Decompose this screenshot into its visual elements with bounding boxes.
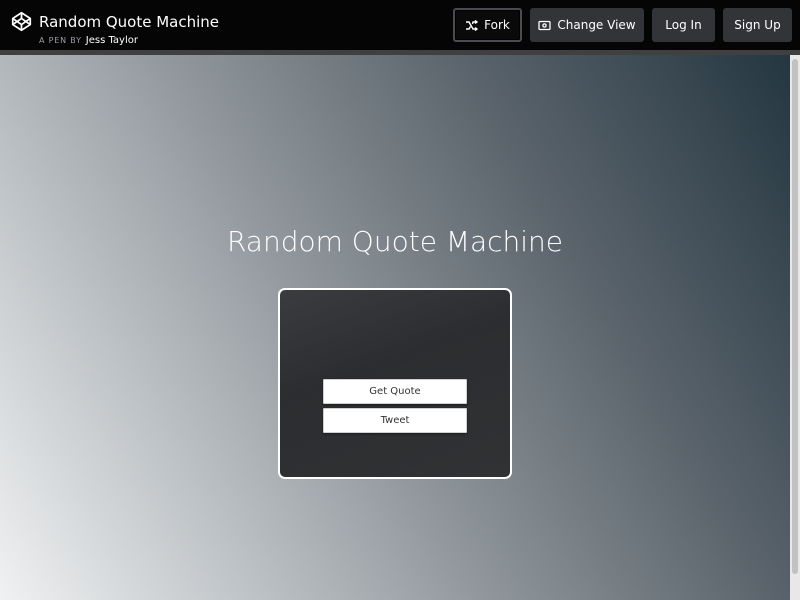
get-quote-button[interactable]: Get Quote — [323, 379, 467, 404]
fork-label: Fork — [484, 18, 510, 32]
pen-title: Random Quote Machine — [39, 12, 220, 31]
change-view-button[interactable]: Change View — [530, 8, 644, 42]
pen-by-label: A PEN BY — [39, 35, 82, 45]
brand: Random Quote Machine A PEN BY Jess Taylor — [11, 6, 219, 47]
header-actions: Fork Change View Log In Sign Up — [453, 8, 792, 42]
login-button[interactable]: Log In — [652, 8, 715, 42]
fork-button[interactable]: Fork — [453, 8, 522, 42]
change-view-label: Change View — [557, 18, 636, 32]
signup-button[interactable]: Sign Up — [723, 8, 792, 42]
author-link[interactable]: Jess Taylor — [86, 35, 138, 46]
quote-box: Get Quote Tweet — [278, 288, 512, 479]
vertical-scrollbar[interactable] — [790, 55, 800, 600]
scrollbar-thumb[interactable] — [792, 59, 798, 574]
app-title: Random Quote Machine — [226, 225, 564, 258]
top-bar: Random Quote Machine A PEN BY Jess Taylor… — [0, 0, 800, 50]
tweet-button[interactable]: Tweet — [323, 408, 467, 433]
preview-pane: Random Quote Machine Get Quote Tweet — [0, 55, 790, 600]
pen-author-line: A PEN BY Jess Taylor — [39, 35, 219, 47]
change-view-icon — [538, 20, 552, 30]
codepen-logo-icon[interactable] — [11, 11, 32, 32]
fork-icon — [466, 19, 479, 31]
